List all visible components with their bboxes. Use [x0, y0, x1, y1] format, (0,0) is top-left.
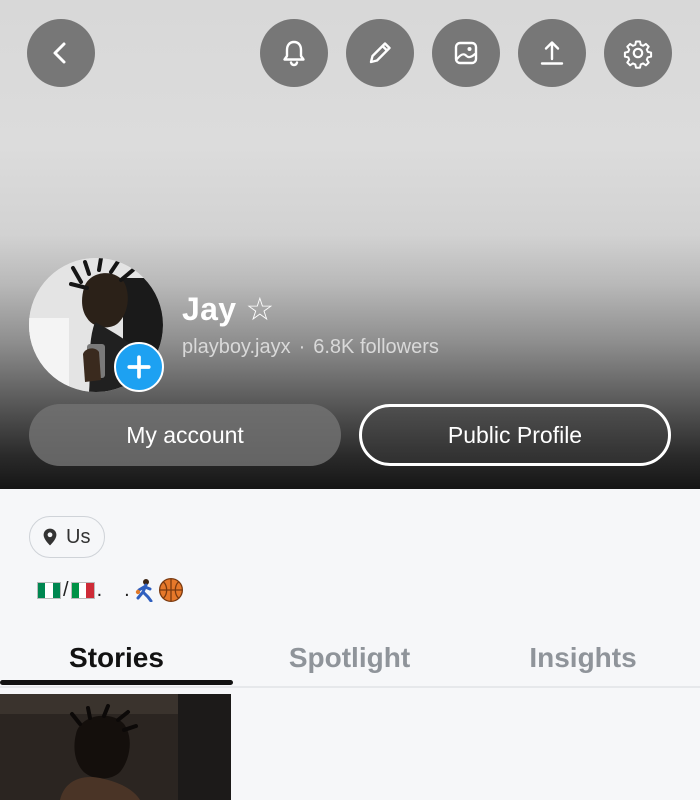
wallpaper-button[interactable] [432, 19, 500, 87]
bio-slash: / [63, 578, 69, 601]
display-name: Jay ☆ [182, 291, 275, 327]
tab-spotlight-label: Spotlight [288, 642, 411, 673]
story-thumbnail[interactable] [0, 694, 231, 800]
location-chip[interactable]: Us [29, 516, 106, 558]
add-story-button[interactable] [114, 342, 164, 392]
plus-icon [127, 355, 151, 379]
bio: / . . [37, 577, 184, 603]
nigeria-flag-icon [37, 581, 61, 599]
followers-count[interactable]: 6.8K followers [313, 336, 439, 358]
my-account-button[interactable]: My account [29, 404, 341, 466]
public-profile-button[interactable]: Public Profile [359, 404, 671, 466]
edit-button[interactable] [346, 19, 414, 87]
bio-dot: . [96, 578, 103, 601]
share-button[interactable] [518, 19, 586, 87]
location-pin-icon [43, 528, 57, 546]
separator-dot: · [298, 336, 306, 358]
tab-stories[interactable]: Stories [0, 630, 233, 686]
notifications-button[interactable] [260, 19, 328, 87]
italy-flag-icon [70, 581, 95, 599]
tabs-divider [0, 686, 700, 688]
profile-subtitle: playboy.jayx · 6.8K followers [182, 336, 439, 359]
chevron-left-icon [53, 42, 66, 64]
profile-tabs: Stories Spotlight Insights [0, 630, 700, 686]
tab-insights[interactable]: Insights [466, 630, 700, 686]
public-profile-label: Public Profile [447, 421, 583, 448]
story-image [0, 694, 231, 800]
gear-icon [623, 40, 653, 69]
back-button[interactable] [27, 19, 95, 87]
active-tab-indicator [0, 680, 233, 685]
bell-icon [283, 40, 305, 67]
profile-header: Jay ☆ playboy.jayx · 6.8K followers My acc… [0, 0, 700, 489]
username: playboy.jayx [182, 336, 291, 358]
basketball-icon [158, 577, 183, 603]
location-label: Us [66, 525, 91, 548]
bio-trailing-dot: . [124, 578, 130, 601]
pencil-icon [369, 42, 391, 64]
tab-insights-label: Insights [529, 642, 637, 673]
image-icon [454, 41, 478, 65]
my-account-label: My account [126, 421, 244, 448]
settings-button[interactable] [604, 19, 672, 87]
tab-spotlight[interactable]: Spotlight [233, 630, 466, 686]
upload-icon [540, 41, 564, 65]
basketball-player-icon [135, 579, 153, 602]
tab-stories-label: Stories [69, 642, 164, 673]
